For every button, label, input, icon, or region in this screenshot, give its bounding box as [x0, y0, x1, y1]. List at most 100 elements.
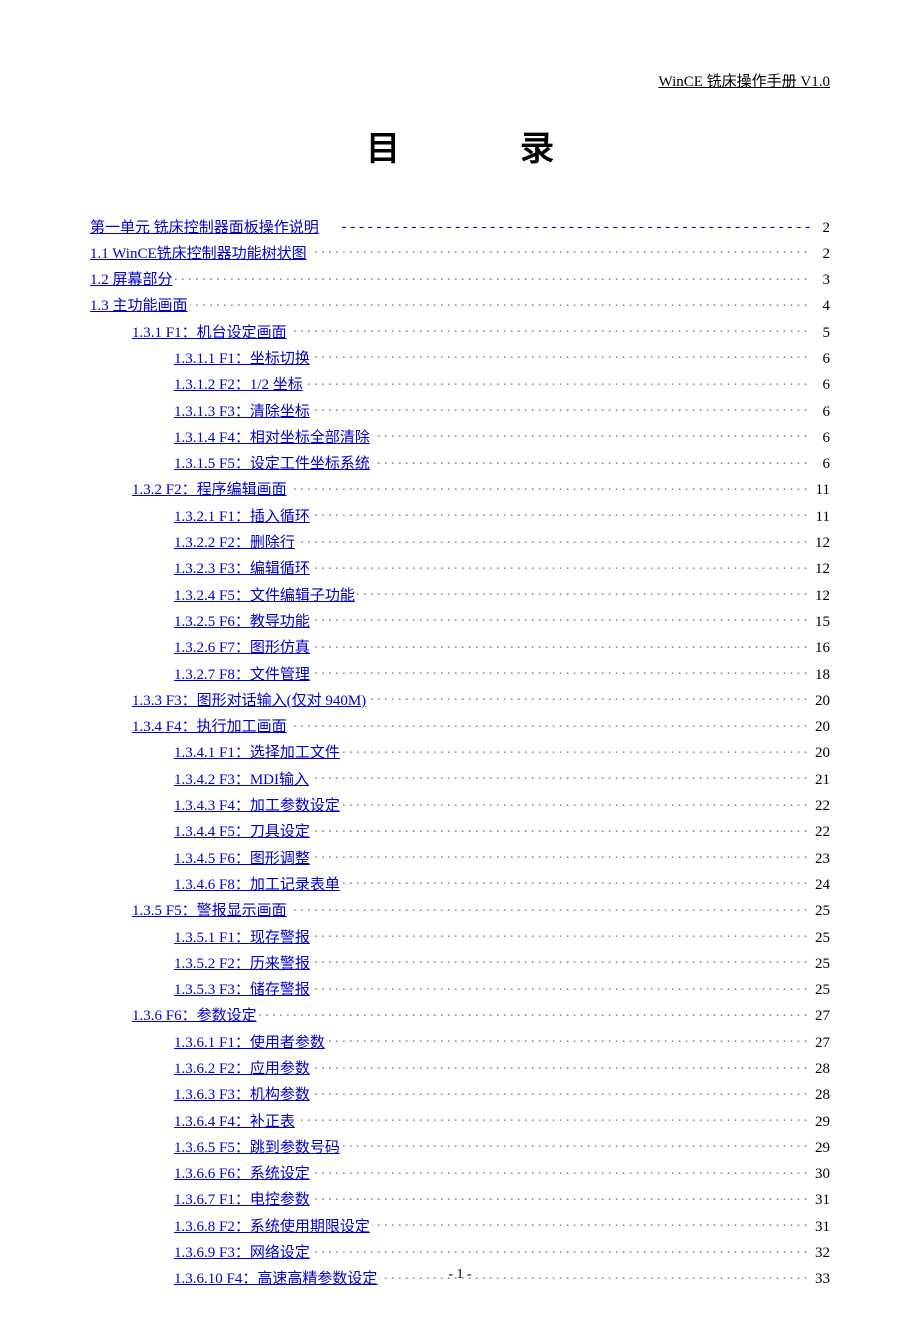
- toc-leader: [312, 1241, 810, 1258]
- toc-page-number: 11: [812, 478, 830, 504]
- toc-page-number: 2: [812, 242, 830, 268]
- toc-link[interactable]: 1.3.5.2 F2：历来警报: [174, 952, 310, 978]
- toc-row: 1.3.2.3 F3：编辑循环12: [90, 557, 830, 583]
- toc-leader: [327, 1030, 810, 1047]
- toc-page-number: 18: [812, 663, 830, 689]
- toc-leader: [372, 452, 810, 469]
- toc-leader: [312, 557, 810, 574]
- toc-link[interactable]: 1.3.4 F4：执行加工画面: [132, 715, 287, 741]
- toc-link[interactable]: 第一单元 铣床控制器面板操作说明: [90, 216, 319, 242]
- toc-link[interactable]: 1.3.1 F1：机台设定画面: [132, 321, 287, 347]
- toc-row: 1.3 主功能画面4: [90, 294, 830, 320]
- toc-leader: [289, 320, 810, 337]
- toc-row: 1.3.5.3 F3：储存警报 25: [90, 978, 830, 1004]
- toc-leader: [312, 662, 810, 679]
- toc-link[interactable]: 1.3.2 F2：程序编辑画面: [132, 478, 287, 504]
- toc-link[interactable]: 1.2 屏幕部分: [90, 268, 173, 294]
- toc-row: 1.3.1.2 F2：1/2 坐标 6: [90, 373, 830, 399]
- toc-link[interactable]: 1.3.1.4 F4：相对坐标全部清除: [174, 426, 370, 452]
- toc-page-number: 27: [812, 1004, 830, 1030]
- toc-leader: [289, 899, 810, 916]
- toc-link[interactable]: 1.3.6.1 F1：使用者参数: [174, 1031, 325, 1057]
- toc-link[interactable]: 1.3.4.5 F6：图形调整: [174, 847, 310, 873]
- toc-link[interactable]: 1.3.1.1 F1：坐标切换: [174, 347, 310, 373]
- toc-page-number: 25: [812, 978, 830, 1004]
- toc-page-number: 2: [812, 216, 830, 242]
- toc-page-number: 30: [812, 1162, 830, 1188]
- toc-page-number: 12: [812, 584, 830, 610]
- toc-link[interactable]: 1.3.5 F5：警报显示画面: [132, 899, 287, 925]
- toc-link[interactable]: 1.3.1.3 F3：清除坐标: [174, 400, 310, 426]
- toc-link[interactable]: 1.3.2.2 F2：删除行: [174, 531, 295, 557]
- toc-link[interactable]: 1.3.1.2 F2：1/2 坐标: [174, 373, 303, 399]
- toc-row: 1.3.1.1 F1：坐标切换6: [90, 346, 830, 372]
- toc-link[interactable]: 1.1 WinCE铣床控制器功能树状图: [90, 242, 307, 268]
- toc-link[interactable]: 1.3.4.6 F8：加工记录表单: [174, 873, 340, 899]
- toc-page-number: 25: [812, 952, 830, 978]
- title-char-2: 录: [520, 131, 674, 168]
- toc-page-number: 22: [812, 820, 830, 846]
- toc-leader: [342, 741, 810, 758]
- toc-page-number: 6: [812, 373, 830, 399]
- toc-row: 1.3.6.4 F4：补正表29: [90, 1109, 830, 1135]
- toc-link[interactable]: 1.3.6.9 F3：网络设定: [174, 1241, 310, 1267]
- toc-link[interactable]: 1.3.2.7 F8：文件管理: [174, 663, 310, 689]
- toc-leader: [312, 1057, 810, 1074]
- toc-row: 1.1 WinCE铣床控制器功能树状图 2: [90, 241, 830, 267]
- toc-link[interactable]: 1.3.6.2 F2：应用参数: [174, 1057, 310, 1083]
- toc-link[interactable]: 1.3.5.3 F3：储存警报: [174, 978, 310, 1004]
- toc-link[interactable]: 1.3.6 F6：参数设定: [132, 1004, 257, 1030]
- toc-row: 1.3.3 F3：图形对话输入(仅对 940M)20: [90, 688, 830, 714]
- toc-page-number: 31: [812, 1188, 830, 1214]
- toc-page-number: 20: [812, 741, 830, 767]
- toc-page-number: 24: [812, 873, 830, 899]
- toc-row: 1.3.1.3 F3：清除坐标6: [90, 399, 830, 425]
- toc-row: 1.2 屏幕部分3: [90, 268, 830, 294]
- toc-link[interactable]: 1.3.4.1 F1：选择加工文件: [174, 741, 340, 767]
- toc-link[interactable]: 1.3 主功能画面: [90, 294, 188, 320]
- toc-link[interactable]: 1.3.2.1 F1：插入循环: [174, 505, 310, 531]
- toc-link[interactable]: 1.3.6.8 F2：系统使用期限设定: [174, 1215, 370, 1241]
- header-doc-title: WinCE 铣床操作手册 V1.0: [90, 70, 830, 91]
- toc-leader: [321, 215, 810, 232]
- toc-row: 1.3.5 F5：警报显示画面25: [90, 899, 830, 925]
- toc-page-number: 6: [812, 426, 830, 452]
- toc-link[interactable]: 1.3.3 F3：图形对话输入(仅对 940M): [132, 689, 366, 715]
- toc-link[interactable]: 1.3.4.3 F4：加工参数设定: [174, 794, 340, 820]
- title-char-1: 目: [366, 131, 520, 168]
- toc-link[interactable]: 1.3.2.5 F6：教导功能: [174, 610, 310, 636]
- toc-row: 1.3.4.2 F3：MDI输入21: [90, 767, 830, 793]
- toc-link[interactable]: 1.3.6.6 F6：系统设定: [174, 1162, 310, 1188]
- toc-row: 第一单元 铣床控制器面板操作说明 2: [90, 215, 830, 241]
- toc-link[interactable]: 1.3.2.3 F3：编辑循环: [174, 557, 310, 583]
- toc-leader: [312, 399, 810, 416]
- toc-leader: [357, 583, 810, 600]
- toc-row: 1.3.6.1 F1：使用者参数27: [90, 1030, 830, 1056]
- toc-leader: [259, 1004, 810, 1021]
- toc-link[interactable]: 1.3.1.5 F5：设定工件坐标系统: [174, 452, 370, 478]
- toc-row: 1.3.2.1 F1：插入循环11: [90, 504, 830, 530]
- toc-leader: [297, 1109, 810, 1126]
- toc-leader: [312, 978, 810, 995]
- toc-page-number: 16: [812, 636, 830, 662]
- toc-page-number: 28: [812, 1057, 830, 1083]
- toc-leader: [342, 1135, 810, 1152]
- toc-row: 1.3.6.2 F2：应用参数 28: [90, 1057, 830, 1083]
- toc-page-number: 22: [812, 794, 830, 820]
- toc-leader: [312, 1083, 810, 1100]
- toc-link[interactable]: 1.3.2.6 F7：图形仿真: [174, 636, 310, 662]
- toc-row: 1.3.5.1 F1：现存警报25: [90, 925, 830, 951]
- toc-link[interactable]: 1.3.6.5 F5：跳到参数号码: [174, 1136, 340, 1162]
- toc-link[interactable]: 1.3.2.4 F5：文件编辑子功能: [174, 584, 355, 610]
- toc-leader: [311, 767, 810, 784]
- toc-link[interactable]: 1.3.4.2 F3：MDI输入: [174, 768, 309, 794]
- toc-link[interactable]: 1.3.6.7 F1：电控参数: [174, 1188, 310, 1214]
- toc-leader: [342, 794, 810, 811]
- toc-link[interactable]: 1.3.4.4 F5：刀具设定: [174, 820, 310, 846]
- toc-link[interactable]: 1.3.6.3 F3：机构参数: [174, 1083, 310, 1109]
- toc-link[interactable]: 1.3.6.4 F4：补正表: [174, 1110, 295, 1136]
- toc-row: 1.3.6.7 F1：电控参数 31: [90, 1188, 830, 1214]
- toc-link[interactable]: 1.3.5.1 F1：现存警报: [174, 926, 310, 952]
- table-of-contents: 第一单元 铣床控制器面板操作说明21.1 WinCE铣床控制器功能树状图21.2…: [90, 215, 830, 1293]
- toc-leader: [297, 531, 810, 548]
